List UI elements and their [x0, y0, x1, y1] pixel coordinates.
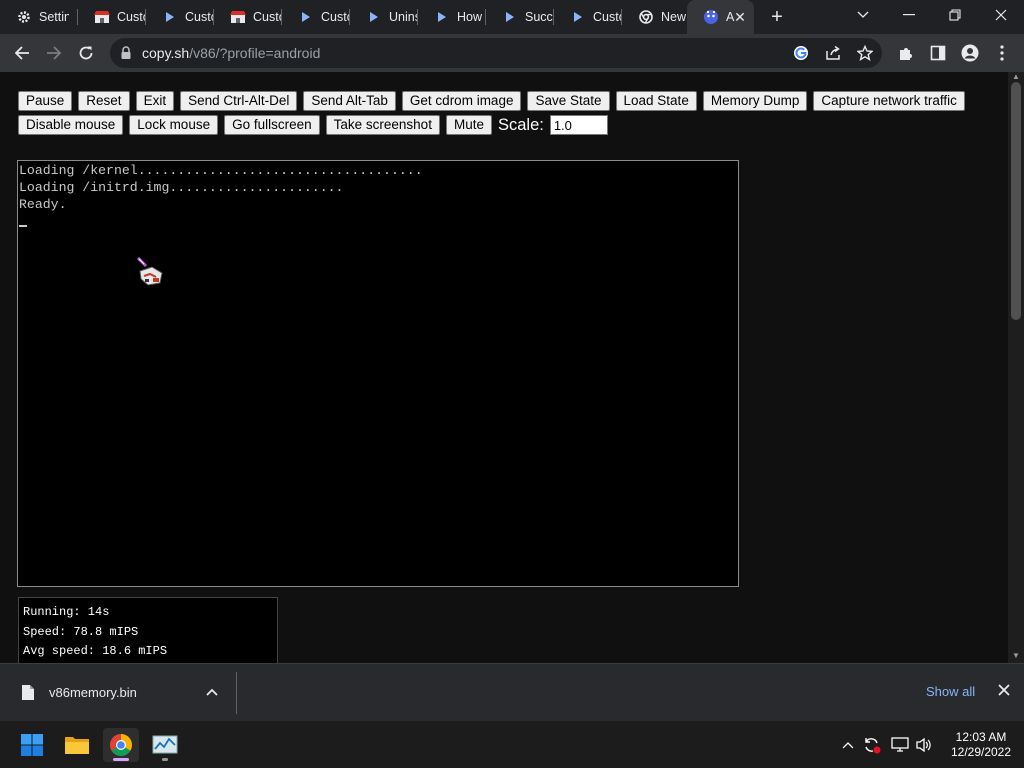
show-all-link[interactable]: Show all — [926, 684, 975, 699]
scrollbar-thumb[interactable] — [1011, 82, 1021, 320]
memory-dump-button[interactable]: Memory Dump — [702, 91, 808, 111]
lock-mouse-button[interactable]: Lock mouse — [129, 115, 219, 135]
terminal-line: Ready. — [19, 197, 67, 212]
runtime-stats-panel: Running: 14s Speed: 78.8 mIPS Avg speed:… — [18, 597, 278, 663]
kebab-menu-icon[interactable] — [992, 43, 1012, 63]
mute-button[interactable]: Mute — [445, 115, 492, 135]
address-bar[interactable]: copy.sh/v86/?profile=android — [110, 38, 882, 68]
google-icon[interactable] — [792, 44, 810, 62]
tab-custom-3[interactable]: Custom — [214, 0, 281, 34]
profile-avatar-icon[interactable] — [960, 43, 980, 63]
avg-speed: Avg speed: 18.6 mIPS — [23, 644, 168, 658]
terminal-line: Loading /kernel.........................… — [19, 163, 423, 178]
play-triangle-icon — [162, 9, 178, 25]
tab-active[interactable]: A ✕ — [687, 0, 754, 34]
page-scrollbar[interactable]: ▲ ▼ — [1008, 72, 1024, 663]
control-buttons-row-1: Pause Reset Exit Send Ctrl-Alt-Del Send … — [18, 91, 965, 111]
control-buttons-row-2: Disable mouse Lock mouse Go fullscreen T… — [18, 115, 608, 135]
file-icon — [22, 685, 34, 700]
clock-time: 12:03 AM — [955, 730, 1007, 744]
reset-button[interactable]: Reset — [78, 91, 130, 111]
play-triangle-icon — [366, 9, 382, 25]
tab-custom-5[interactable]: Custom — [554, 0, 621, 34]
forward-button[interactable] — [40, 39, 68, 67]
network-icon[interactable] — [890, 734, 910, 756]
tab-new[interactable]: New — [622, 0, 687, 34]
browser-toolbar: copy.sh/v86/?profile=android — [0, 34, 1024, 72]
tab-success[interactable]: Success — [486, 0, 553, 34]
store-icon — [230, 9, 246, 25]
speed: Speed: 78.8 mIPS — [23, 625, 139, 639]
capture-network-traffic-button[interactable]: Capture network traffic — [813, 91, 965, 111]
tab-custom-1[interactable]: Custom — [78, 0, 145, 34]
play-triangle-icon — [570, 9, 586, 25]
close-icon[interactable] — [998, 683, 1014, 699]
bookmark-star-icon[interactable] — [856, 44, 874, 62]
tab-how[interactable]: How — [418, 0, 485, 34]
tab-strip: Settings Custom Custom Custom Custom Uni… — [0, 0, 1024, 34]
disable-mouse-button[interactable]: Disable mouse — [18, 115, 124, 135]
get-cdrom-image-button[interactable]: Get cdrom image — [401, 91, 522, 111]
terminal-line: Loading /initrd.img.....................… — [19, 180, 344, 195]
chevron-up-tray-icon[interactable] — [838, 734, 858, 756]
clock-date: 12/29/2022 — [950, 745, 1012, 759]
task-manager-icon[interactable] — [147, 728, 183, 762]
scroll-down-icon[interactable]: ▼ — [1011, 652, 1021, 660]
chevron-up-icon[interactable] — [205, 684, 221, 700]
send-ctrl-alt-del-button[interactable]: Send Ctrl-Alt-Del — [180, 91, 298, 111]
windows-start-icon[interactable] — [14, 728, 50, 762]
text-cursor — [19, 225, 27, 227]
store-icon — [94, 9, 110, 25]
close-tab-icon[interactable]: ✕ — [732, 9, 748, 25]
volume-icon[interactable] — [914, 734, 934, 756]
tab-custom-2[interactable]: Custom — [146, 0, 213, 34]
gear-icon — [16, 9, 32, 25]
chevron-down-icon[interactable] — [840, 0, 886, 30]
system-clock[interactable]: 12:03 AM 12/29/2022 — [942, 730, 1020, 760]
take-screenshot-button[interactable]: Take screenshot — [325, 115, 440, 135]
back-button[interactable] — [8, 39, 36, 67]
save-state-button[interactable]: Save State — [527, 91, 610, 111]
reload-button[interactable] — [72, 39, 100, 67]
load-state-button[interactable]: Load State — [615, 91, 697, 111]
terminal-output: Loading /kernel.........................… — [19, 162, 423, 213]
minimize-button[interactable] — [886, 0, 932, 30]
side-panel-icon[interactable] — [928, 43, 948, 63]
exit-button[interactable]: Exit — [135, 91, 175, 111]
lock-icon[interactable] — [120, 46, 134, 60]
new-tab-button[interactable]: + — [764, 5, 790, 29]
chrome-icon — [638, 9, 654, 25]
tab-custom-4[interactable]: Custom — [282, 0, 349, 34]
scroll-up-icon[interactable]: ▲ — [1011, 73, 1021, 81]
chrome-taskbar-icon[interactable] — [103, 728, 139, 762]
share-icon[interactable] — [824, 44, 842, 62]
close-window-button[interactable] — [978, 0, 1024, 30]
file-explorer-icon[interactable] — [59, 728, 95, 762]
pause-button[interactable]: Pause — [18, 91, 73, 111]
v86-page: Pause Reset Exit Send Ctrl-Alt-Del Send … — [0, 72, 1008, 663]
v86-icon — [703, 9, 719, 25]
tab-uninstall[interactable]: Uninstall — [350, 0, 417, 34]
go-fullscreen-button[interactable]: Go fullscreen — [224, 115, 320, 135]
play-triangle-icon — [298, 9, 314, 25]
windows-taskbar: 12:03 AM 12/29/2022 — [0, 720, 1024, 768]
running-time: Running: 14s — [23, 605, 110, 619]
tab-settings[interactable]: Settings — [0, 0, 77, 34]
play-triangle-icon — [434, 9, 450, 25]
download-item[interactable]: v86memory.bin — [49, 685, 137, 700]
download-bar: v86memory.bin Show all — [0, 663, 1024, 720]
emulator-screen[interactable]: Loading /kernel.........................… — [17, 160, 739, 587]
emulated-mouse-cursor-icon — [136, 256, 166, 293]
sync-error-icon[interactable] — [862, 734, 882, 756]
extensions-puzzle-icon[interactable] — [896, 43, 916, 63]
restore-button[interactable] — [932, 0, 978, 30]
url-text[interactable]: copy.sh/v86/?profile=android — [142, 45, 320, 61]
scale-input[interactable] — [549, 115, 608, 135]
play-triangle-icon — [502, 9, 518, 25]
send-alt-tab-button[interactable]: Send Alt-Tab — [303, 91, 396, 111]
scale-label: Scale: — [497, 115, 544, 134]
